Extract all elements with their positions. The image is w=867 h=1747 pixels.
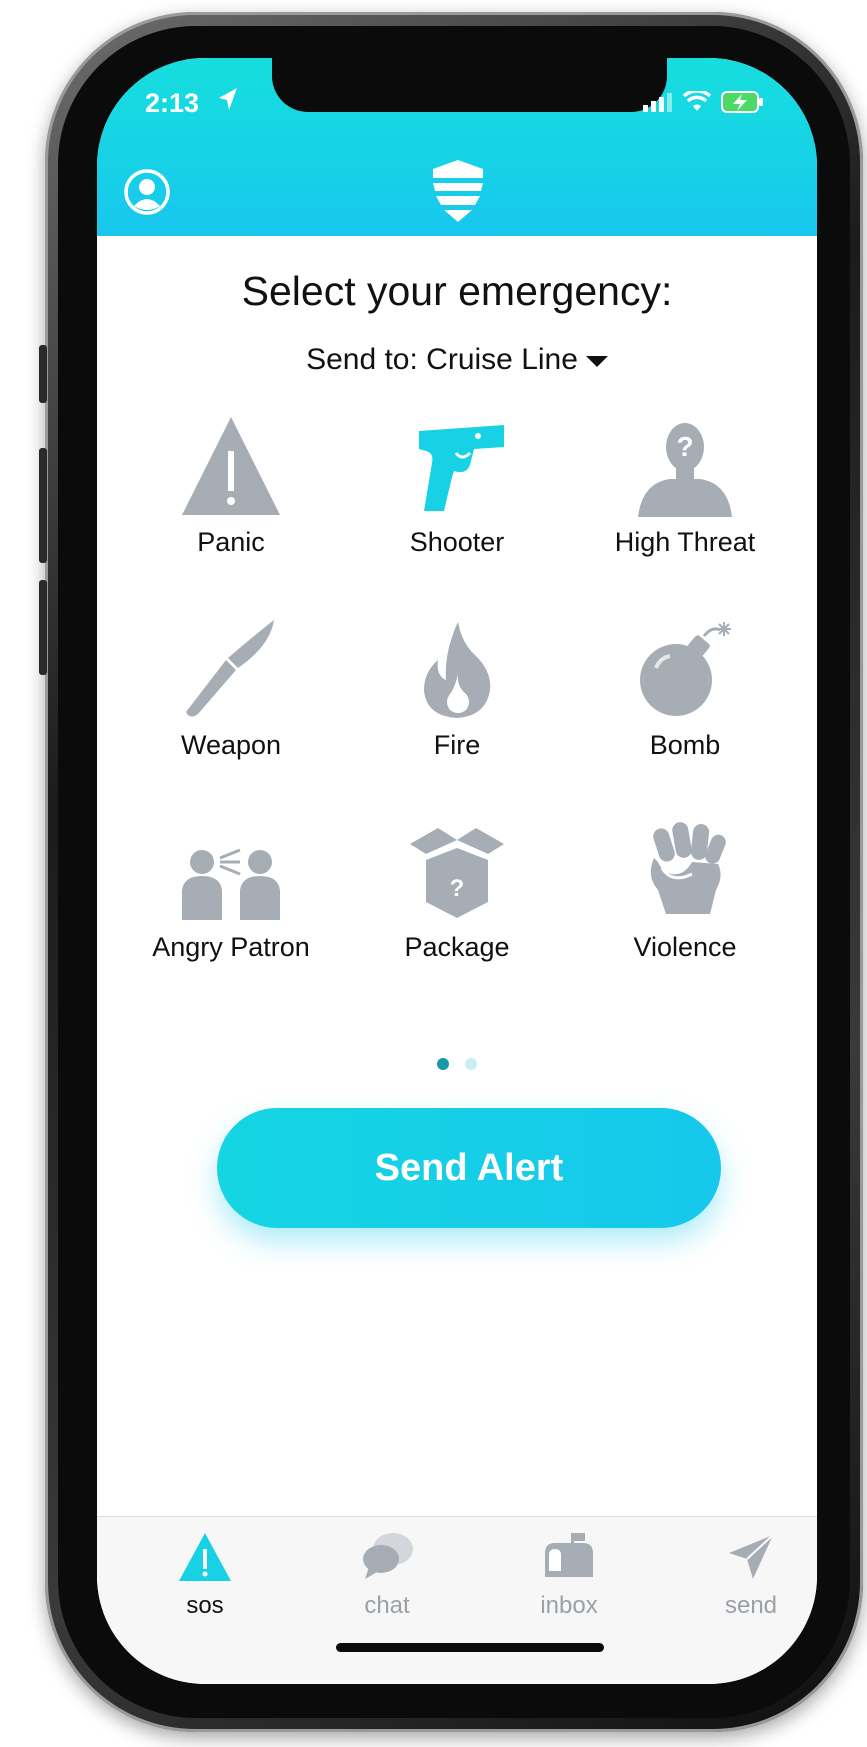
emergency-violence[interactable]: Violence — [585, 818, 785, 963]
tab-label: inbox — [540, 1592, 598, 1619]
package-icon: ? — [410, 828, 504, 918]
silent-switch — [39, 345, 47, 403]
volume-up-button — [39, 448, 47, 563]
location-arrow-icon — [219, 88, 237, 110]
emergency-fire[interactable]: Fire — [357, 616, 557, 761]
tab-label: sos — [186, 1592, 224, 1619]
page-title: Select your emergency: — [241, 268, 673, 314]
emergency-label: Bomb — [649, 730, 721, 760]
unknown-person-icon: ? — [638, 423, 732, 517]
emergency-label: Shooter — [409, 527, 505, 557]
tab-chat[interactable]: chat — [327, 1531, 447, 1620]
battery-charging-icon — [721, 91, 763, 113]
emergency-shooter[interactable]: Shooter — [357, 413, 557, 558]
send-alert-button[interactable]: Send Alert — [217, 1108, 721, 1228]
emergency-weapon[interactable]: Weapon — [131, 616, 331, 761]
emergency-angry-patron[interactable]: Angry Patron — [131, 818, 331, 963]
send-to-dropdown[interactable]: Send to: Cruise Line — [97, 343, 817, 377]
wifi-icon — [683, 91, 711, 111]
emergency-high-threat[interactable]: ? High Threat — [585, 413, 785, 558]
sos-icon — [179, 1533, 231, 1581]
paper-plane-icon — [729, 1534, 774, 1579]
emergency-label: Angry Patron — [152, 932, 310, 962]
mailbox-icon — [545, 1533, 593, 1577]
fist-icon — [650, 822, 726, 914]
emergency-label: Violence — [633, 932, 737, 962]
volume-down-button — [39, 580, 47, 675]
svg-text:?: ? — [450, 875, 465, 902]
tab-label: send — [724, 1592, 778, 1619]
emergency-label: Weapon — [180, 730, 282, 760]
page-dot-active[interactable] — [437, 1058, 449, 1070]
warning-triangle-icon — [182, 417, 280, 515]
tab-label: chat — [364, 1592, 410, 1619]
knife-icon — [186, 620, 274, 717]
angry-patron-icon — [182, 848, 280, 920]
tab-inbox[interactable]: inbox — [509, 1531, 629, 1620]
page-dot[interactable] — [465, 1058, 477, 1070]
emergency-package[interactable]: ? Package — [357, 818, 557, 963]
chevron-down-icon — [585, 355, 608, 367]
app-header: 2:13 — [97, 58, 817, 236]
tab-bar: sos chat inbox send — [97, 1516, 817, 1684]
tab-sos[interactable]: sos — [145, 1531, 265, 1620]
emergency-panic[interactable]: Panic — [131, 413, 331, 558]
app-screen: 2:13 Select your emergency: Send to: Cru… — [97, 58, 817, 1684]
home-indicator[interactable] — [336, 1643, 604, 1652]
bomb-icon — [640, 622, 731, 716]
notch — [272, 58, 667, 112]
svg-text:?: ? — [676, 431, 693, 462]
status-time: 2:13 — [145, 88, 200, 118]
emergency-label: Fire — [433, 730, 481, 760]
gun-icon — [419, 425, 504, 511]
chat-icon — [363, 1533, 413, 1579]
emergency-bomb[interactable]: Bomb — [585, 616, 785, 761]
emergency-label: High Threat — [614, 527, 756, 557]
fire-icon — [424, 622, 491, 718]
send-to-label: Send to: Cruise Line — [306, 343, 578, 376]
tab-send[interactable]: send — [691, 1531, 811, 1620]
shield-logo-icon — [433, 160, 483, 222]
status-icons — [643, 90, 765, 114]
page-indicator — [97, 1058, 817, 1070]
emergency-label: Panic — [197, 527, 265, 557]
signal-icon — [643, 93, 672, 112]
user-avatar-icon[interactable] — [123, 168, 171, 216]
emergency-label: Package — [404, 932, 510, 962]
